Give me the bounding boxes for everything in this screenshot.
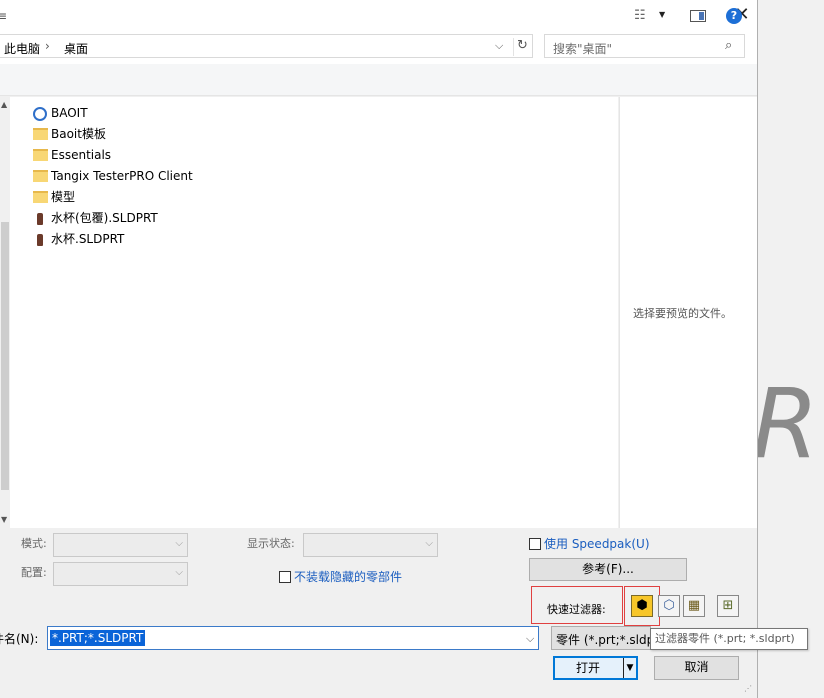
preview-message: 选择要预览的文件。 bbox=[633, 307, 732, 320]
preview-pane-icon[interactable] bbox=[690, 10, 706, 22]
change-view-icon[interactable]: ☷ bbox=[634, 8, 646, 23]
folder-icon bbox=[33, 149, 48, 161]
command-bar bbox=[0, 64, 757, 96]
chevron-down-icon: ⌵ bbox=[425, 538, 433, 549]
folder-icon bbox=[33, 191, 48, 203]
config-label: 配置: bbox=[21, 566, 47, 579]
filter-parts-icon[interactable]: ⬢ bbox=[631, 595, 653, 617]
mode-select: ⌵ bbox=[53, 533, 188, 557]
organize-icon[interactable]: ≡ bbox=[0, 9, 7, 23]
resize-grip-icon[interactable]: ⋰ bbox=[744, 684, 752, 693]
reference-button[interactable]: 参考(F)... bbox=[529, 558, 687, 581]
chevron-down-icon: ⌵ bbox=[175, 538, 183, 549]
quick-filter-label: 快速过滤器: bbox=[547, 603, 606, 616]
open-button[interactable]: 打开 ▼ bbox=[553, 656, 638, 680]
filetype-value: 零件 (*.prt;*.sldp bbox=[556, 633, 655, 647]
config-select: ⌵ bbox=[53, 562, 188, 586]
file-item-baoit[interactable]: BAOIT bbox=[33, 103, 233, 124]
background-app-window bbox=[758, 0, 824, 698]
address-bar[interactable]: 此电脑 › 桌面 ⌵ ↻ bbox=[0, 34, 533, 58]
file-item-cup[interactable]: 水杯.SLDPRT bbox=[33, 229, 233, 250]
background-app-text: R bbox=[752, 368, 819, 480]
file-item-cup-wrapped[interactable]: 水杯(包覆).SLDPRT bbox=[33, 208, 233, 229]
no-load-hidden-checkbox[interactable] bbox=[279, 571, 291, 583]
speedpak-label[interactable]: 使用 Speedpak(U) bbox=[544, 535, 650, 552]
mode-label: 模式: bbox=[21, 537, 47, 550]
breadcrumb-separator-icon[interactable]: › bbox=[45, 39, 50, 53]
cancel-button[interactable]: 取消 bbox=[654, 656, 739, 680]
internet-shortcut-icon bbox=[33, 107, 47, 121]
file-item-model[interactable]: 模型 bbox=[33, 187, 233, 208]
filetype-select[interactable]: 零件 (*.prt;*.sldp bbox=[551, 626, 655, 650]
sldprt-icon bbox=[37, 234, 43, 246]
open-options-arrow-icon[interactable]: ▼ bbox=[623, 658, 636, 678]
folder-icon bbox=[33, 170, 48, 182]
file-name: BAOIT bbox=[51, 106, 88, 120]
breadcrumb-this-pc[interactable]: 此电脑 bbox=[4, 40, 40, 57]
help-icon[interactable]: ? bbox=[726, 8, 742, 24]
file-item-tangix[interactable]: Tangix TesterPRO Client bbox=[33, 166, 233, 187]
file-name: 水杯.SLDPRT bbox=[51, 232, 125, 246]
filter-top-assemblies-icon[interactable]: ⊞ bbox=[717, 595, 739, 617]
search-box[interactable]: 搜索"桌面" ⌕ bbox=[544, 34, 745, 58]
file-item-essentials[interactable]: Essentials bbox=[33, 145, 233, 166]
breadcrumb-desktop[interactable]: 桌面 bbox=[64, 40, 88, 57]
filter-drawings-icon[interactable]: ▦ bbox=[683, 595, 705, 617]
file-name: Baoit模板 bbox=[51, 127, 106, 141]
folder-icon bbox=[33, 128, 48, 140]
search-icon[interactable]: ⌕ bbox=[725, 38, 732, 53]
file-name: Essentials bbox=[51, 148, 112, 162]
scroll-down-icon[interactable]: ▼ bbox=[1, 515, 7, 524]
search-input[interactable]: 搜索"桌面" bbox=[553, 40, 612, 57]
open-button-label[interactable]: 打开 bbox=[555, 658, 621, 678]
chevron-down-icon: ⌵ bbox=[175, 567, 183, 578]
filename-label: 件名(N): bbox=[0, 632, 39, 646]
chevron-down-icon[interactable]: ⌵ bbox=[526, 632, 534, 646]
file-name: Tangix TesterPRO Client bbox=[51, 169, 193, 183]
file-name: 水杯(包覆).SLDPRT bbox=[51, 211, 158, 225]
display-state-select: ⌵ bbox=[303, 533, 438, 557]
display-state-label: 显示状态: bbox=[247, 537, 295, 550]
filename-input[interactable]: *.PRT;*.SLDPRT ⌵ bbox=[47, 626, 539, 650]
filter-assemblies-icon[interactable]: ⬡ bbox=[658, 595, 680, 617]
file-name: 模型 bbox=[51, 190, 76, 204]
scrollbar-thumb[interactable] bbox=[1, 222, 9, 490]
no-load-hidden-label[interactable]: 不装载隐藏的零部件 bbox=[294, 568, 402, 585]
sldprt-icon bbox=[37, 213, 43, 225]
view-options-arrow-icon[interactable]: ▼ bbox=[659, 10, 665, 19]
speedpak-checkbox[interactable] bbox=[529, 538, 541, 550]
file-item-baoit-template[interactable]: Baoit模板 bbox=[33, 124, 233, 145]
filename-value[interactable]: *.PRT;*.SLDPRT bbox=[50, 630, 146, 646]
refresh-icon[interactable]: ↻ bbox=[513, 38, 528, 56]
chevron-down-icon[interactable]: ⌵ bbox=[495, 39, 503, 53]
scroll-up-icon[interactable]: ▲ bbox=[1, 100, 7, 109]
filter-tooltip: 过滤器零件 (*.prt; *.sldprt) bbox=[650, 628, 808, 650]
